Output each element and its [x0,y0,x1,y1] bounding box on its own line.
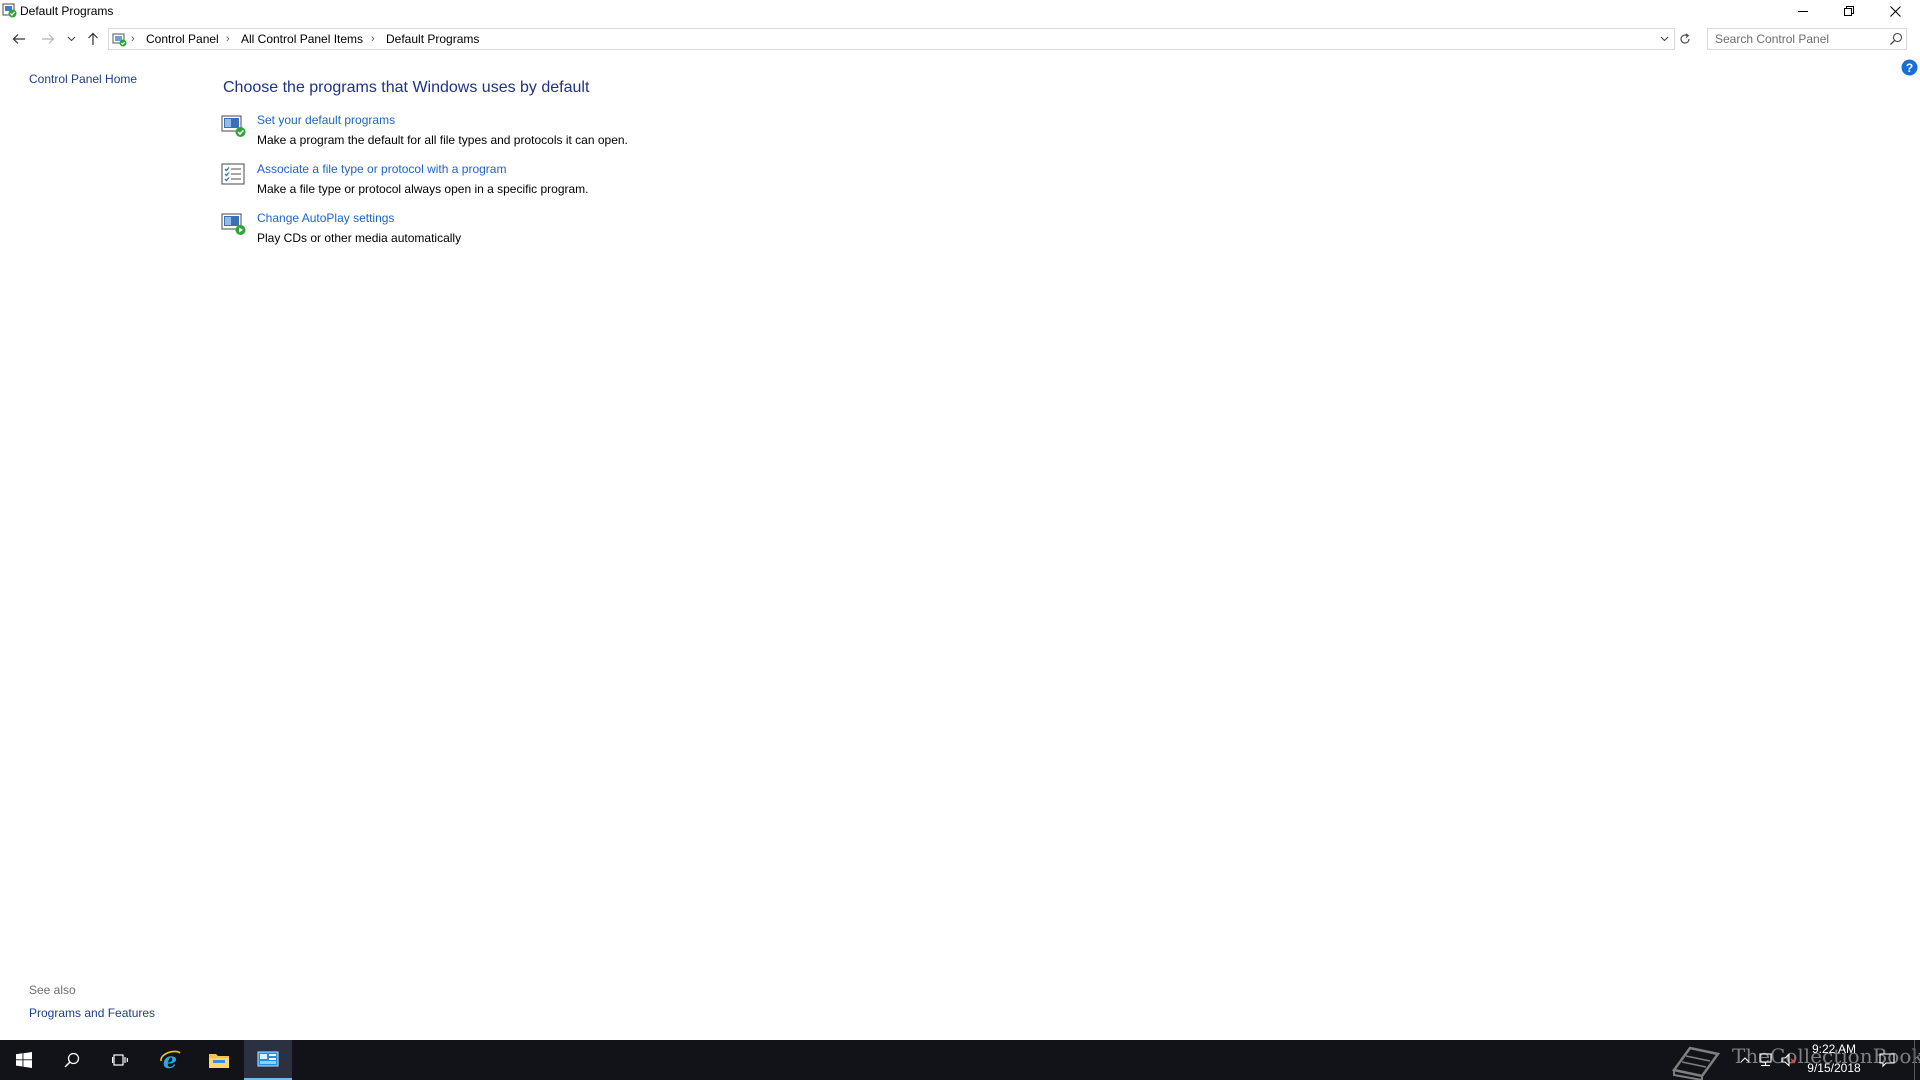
search-box[interactable] [1707,28,1907,50]
minimize-button[interactable] [1780,0,1826,22]
task-view-button[interactable] [96,1040,144,1080]
arrow-right-icon [42,34,55,44]
control-panel-icon [112,32,127,47]
window-title: Default Programs [20,4,114,18]
chevron-up-icon [1740,1057,1750,1063]
change-autoplay-description: Play CDs or other media automatically [257,231,462,245]
arrow-up-icon [88,32,98,45]
autoplay-icon[interactable] [221,211,247,237]
action-center-button[interactable] [1878,1051,1896,1069]
breadcrumb-separator[interactable]: › [371,29,375,49]
show-hidden-icons-button[interactable] [1736,1051,1754,1069]
page-title: Choose the programs that Windows uses by… [223,79,590,96]
address-bar[interactable]: › Control Panel › All Control Panel Item… [108,28,1675,50]
refresh-icon [1680,33,1690,44]
file-association-icon[interactable] [221,162,247,188]
windows-logo-icon [16,1052,32,1068]
taskbar: e TheCollectionBook 9:22 AM 9/15/2018 [0,1040,1920,1080]
associate-file-type-link[interactable]: Associate a file type or protocol with a… [257,162,506,176]
start-button[interactable] [0,1040,48,1080]
breadcrumb-default-programs[interactable]: Default Programs [386,29,479,49]
default-programs-app-icon [2,3,17,18]
breadcrumb-control-panel[interactable]: Control Panel [146,29,219,49]
recent-locations-button[interactable] [64,27,78,51]
book-icon [1671,1046,1721,1080]
change-autoplay-link[interactable]: Change AutoPlay settings [257,211,394,225]
breadcrumb-separator: › [131,33,135,45]
close-icon [1889,5,1901,17]
search-icon[interactable] [1888,31,1904,47]
close-button[interactable] [1872,0,1918,22]
set-default-programs-description: Make a program the default for all file … [257,133,628,147]
folder-icon [209,1054,229,1068]
notification-icon [1879,1053,1895,1068]
control-panel-home-link[interactable]: Control Panel Home [29,72,137,86]
forward-button[interactable] [37,27,59,51]
clock-date[interactable]: 9/15/2018 [1806,1061,1862,1075]
internet-explorer-icon: e [160,1048,181,1072]
breadcrumb-separator[interactable]: › [226,29,230,49]
chevron-down-icon [67,36,75,42]
control-panel-taskbar-button[interactable] [244,1040,292,1080]
show-desktop-button[interactable] [1914,1040,1920,1080]
search-icon [64,1052,80,1068]
associate-file-type-description: Make a file type or protocol always open… [257,182,589,196]
minimize-icon [1798,11,1808,12]
set-default-programs-link[interactable]: Set your default programs [257,113,395,127]
internet-explorer-button[interactable]: e [146,1040,194,1080]
clock-time[interactable]: 9:22 AM [1806,1042,1862,1056]
svg-text:?: ? [1906,61,1913,75]
title-bar: Default Programs [0,0,1920,22]
navigation-bar: › Control Panel › All Control Panel Item… [0,27,1920,53]
search-button[interactable] [48,1040,96,1080]
programs-and-features-link[interactable]: Programs and Features [29,1006,155,1020]
search-input[interactable] [1708,29,1884,49]
default-programs-icon[interactable] [221,113,247,139]
task-associate-file-type: Associate a file type or protocol with a… [221,162,921,200]
help-icon[interactable]: ? [1901,59,1918,76]
refresh-button[interactable] [1676,28,1694,50]
file-explorer-button[interactable] [195,1040,243,1080]
breadcrumb-all-control-panel-items[interactable]: All Control Panel Items [241,29,363,49]
control-panel-icon [257,1051,279,1067]
network-tray-button[interactable] [1757,1051,1775,1069]
volume-muted-icon [1781,1053,1796,1067]
task-set-default-programs: Set your default programs Make a program… [221,113,921,151]
back-button[interactable] [8,27,30,51]
task-change-autoplay: Change AutoPlay settings Play CDs or oth… [221,211,921,249]
see-also-heading: See also [29,983,76,997]
up-button[interactable] [82,27,104,51]
arrow-left-icon [12,34,25,44]
address-dropdown-button[interactable] [1655,29,1673,49]
volume-tray-button[interactable] [1780,1051,1798,1069]
task-view-icon [112,1054,128,1066]
restore-button[interactable] [1826,0,1872,22]
restore-icon [1844,6,1854,16]
network-icon [1759,1053,1772,1067]
chevron-down-icon [1660,36,1668,42]
